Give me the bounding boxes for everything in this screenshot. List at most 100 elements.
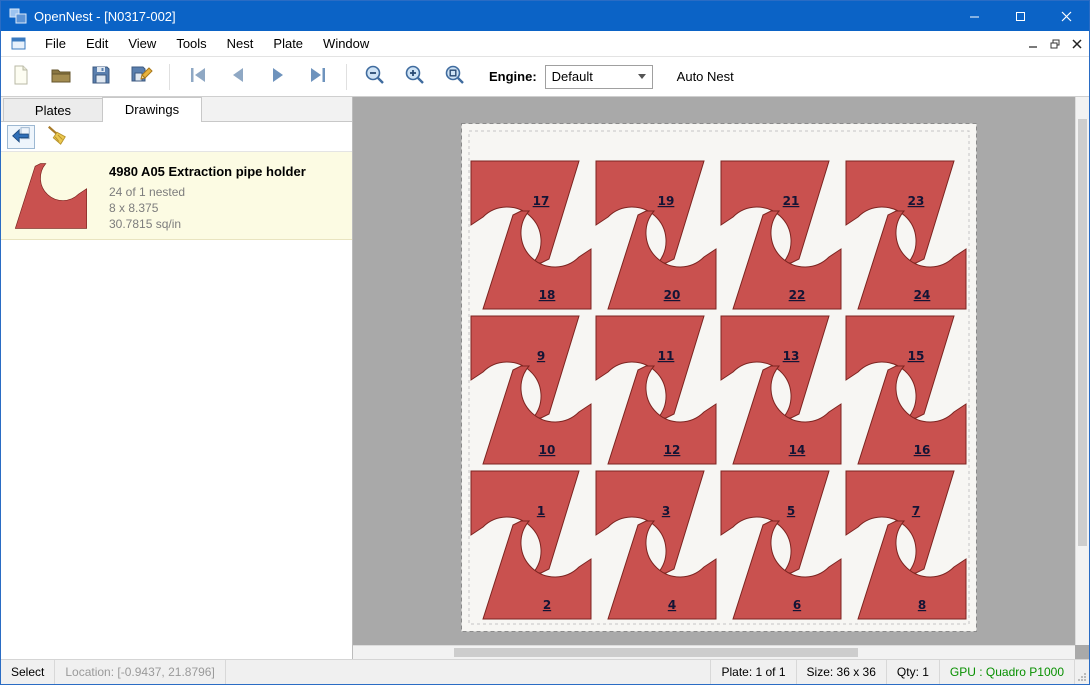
- new-drawing-icon: [9, 63, 33, 90]
- broom-icon: [46, 124, 68, 149]
- left-panel: Plates Drawings: [1, 97, 353, 659]
- import-arrow-icon: [10, 124, 32, 149]
- part-number: 24: [914, 288, 931, 302]
- window-title: OpenNest - [N0317-002]: [34, 9, 176, 24]
- status-gpu: GPU : Quadro P1000: [940, 660, 1075, 684]
- tab-drawings[interactable]: Drawings: [102, 97, 202, 122]
- auto-nest-button[interactable]: Auto Nest: [669, 65, 742, 88]
- status-location: Location: [-0.9437, 21.8796]: [55, 660, 225, 684]
- status-qty: Qty: 1: [887, 660, 940, 684]
- part-number: 17: [533, 194, 550, 208]
- horizontal-scrollbar[interactable]: [353, 645, 1075, 659]
- minimize-button[interactable]: [951, 1, 997, 31]
- titlebar: OpenNest - [N0317-002]: [1, 1, 1089, 31]
- status-plate: Plate: 1 of 1: [710, 660, 796, 684]
- drawing-title: 4980 A05 Extraction pipe holder: [109, 164, 306, 179]
- zoom-in-icon: [403, 63, 427, 90]
- part-number: 23: [908, 194, 925, 208]
- go-first-icon: [186, 63, 210, 90]
- part-thumbnail: [9, 160, 93, 231]
- drawing-dimensions: 8 x 8.375: [109, 200, 306, 216]
- main-toolbar: Engine: Default Auto Nest: [1, 57, 1089, 97]
- drawing-list-item[interactable]: 4980 A05 Extraction pipe holder 24 of 1 …: [1, 152, 352, 240]
- status-size: Size: 36 x 36: [797, 660, 887, 684]
- menu-tools[interactable]: Tools: [166, 32, 216, 55]
- horizontal-scroll-thumb[interactable]: [454, 648, 858, 657]
- status-mode: Select: [1, 660, 55, 684]
- nest-canvas[interactable]: 171819202122232491011121314151612345678: [353, 97, 1089, 659]
- menu-edit[interactable]: Edit: [76, 32, 118, 55]
- part-number: 3: [662, 504, 670, 518]
- engine-label: Engine:: [489, 69, 537, 84]
- drawing-nested-count: 24 of 1 nested: [109, 184, 306, 200]
- save-edit-button[interactable]: [124, 61, 158, 93]
- part-number: 4: [668, 598, 676, 612]
- mdi-minimize-button[interactable]: [1023, 35, 1043, 53]
- part-number: 2: [543, 598, 551, 612]
- go-next-button[interactable]: [261, 61, 295, 93]
- vertical-scroll-thumb[interactable]: [1078, 119, 1087, 546]
- zoom-fit-icon: [443, 63, 467, 90]
- statusbar: Select Location: [-0.9437, 21.8796] Plat…: [1, 659, 1089, 684]
- part-number: 1: [537, 504, 545, 518]
- go-next-icon: [266, 63, 290, 90]
- engine-value: Default: [552, 69, 638, 84]
- part-number: 12: [664, 443, 681, 457]
- menubar: FileEditViewToolsNestPlateWindow: [1, 31, 1089, 57]
- open-button[interactable]: [44, 61, 78, 93]
- engine-select[interactable]: Default: [545, 65, 653, 89]
- part-number: 21: [783, 194, 800, 208]
- zoom-fit-button[interactable]: [438, 61, 472, 93]
- part-number: 11: [658, 349, 675, 363]
- drawing-area: 30.7815 sq/in: [109, 216, 306, 232]
- part-number: 8: [918, 598, 926, 612]
- app-window: OpenNest - [N0317-002] FileEditViewTools…: [0, 0, 1090, 685]
- drawings-toolbar: [1, 122, 352, 152]
- clear-drawings-button[interactable]: [43, 125, 71, 149]
- menu-items: FileEditViewToolsNestPlateWindow: [35, 32, 379, 55]
- part-number: 19: [658, 194, 675, 208]
- go-last-button[interactable]: [301, 61, 335, 93]
- go-previous-icon: [226, 63, 250, 90]
- part-number: 15: [908, 349, 925, 363]
- go-previous-button[interactable]: [221, 61, 255, 93]
- part-number: 18: [539, 288, 556, 302]
- go-first-button[interactable]: [181, 61, 215, 93]
- plate: 171819202122232491011121314151612345678: [461, 123, 977, 632]
- open-icon: [49, 63, 73, 90]
- mdi-child-icon[interactable]: [11, 37, 27, 51]
- menu-nest[interactable]: Nest: [217, 32, 264, 55]
- save-edit-icon: [129, 63, 153, 90]
- part-number: 22: [789, 288, 806, 302]
- app-icon: [9, 7, 27, 25]
- chevron-down-icon: [638, 74, 646, 79]
- panel-tabs: Plates Drawings: [1, 97, 352, 122]
- part-number: 13: [783, 349, 800, 363]
- part-number: 6: [793, 598, 801, 612]
- nest-svg: 171819202122232491011121314151612345678: [461, 123, 977, 632]
- menu-window[interactable]: Window: [313, 32, 379, 55]
- part-number: 7: [912, 504, 920, 518]
- part-number: 14: [789, 443, 806, 457]
- zoom-out-button[interactable]: [358, 61, 392, 93]
- tab-plates[interactable]: Plates: [3, 98, 103, 121]
- zoom-out-icon: [363, 63, 387, 90]
- zoom-in-button[interactable]: [398, 61, 432, 93]
- menu-view[interactable]: View: [118, 32, 166, 55]
- close-button[interactable]: [1043, 1, 1089, 31]
- part-number: 10: [539, 443, 556, 457]
- part-number: 5: [787, 504, 795, 518]
- menu-plate[interactable]: Plate: [263, 32, 313, 55]
- mdi-close-button[interactable]: [1067, 35, 1087, 53]
- resize-grip[interactable]: [1075, 660, 1089, 684]
- part-number: 16: [914, 443, 931, 457]
- save-button[interactable]: [84, 61, 118, 93]
- maximize-button[interactable]: [997, 1, 1043, 31]
- vertical-scrollbar[interactable]: [1075, 97, 1089, 645]
- mdi-restore-button[interactable]: [1045, 35, 1065, 53]
- import-drawing-button[interactable]: [7, 125, 35, 149]
- new-drawing-button[interactable]: [4, 61, 38, 93]
- part-number: 20: [664, 288, 681, 302]
- menu-file[interactable]: File: [35, 32, 76, 55]
- go-last-icon: [306, 63, 330, 90]
